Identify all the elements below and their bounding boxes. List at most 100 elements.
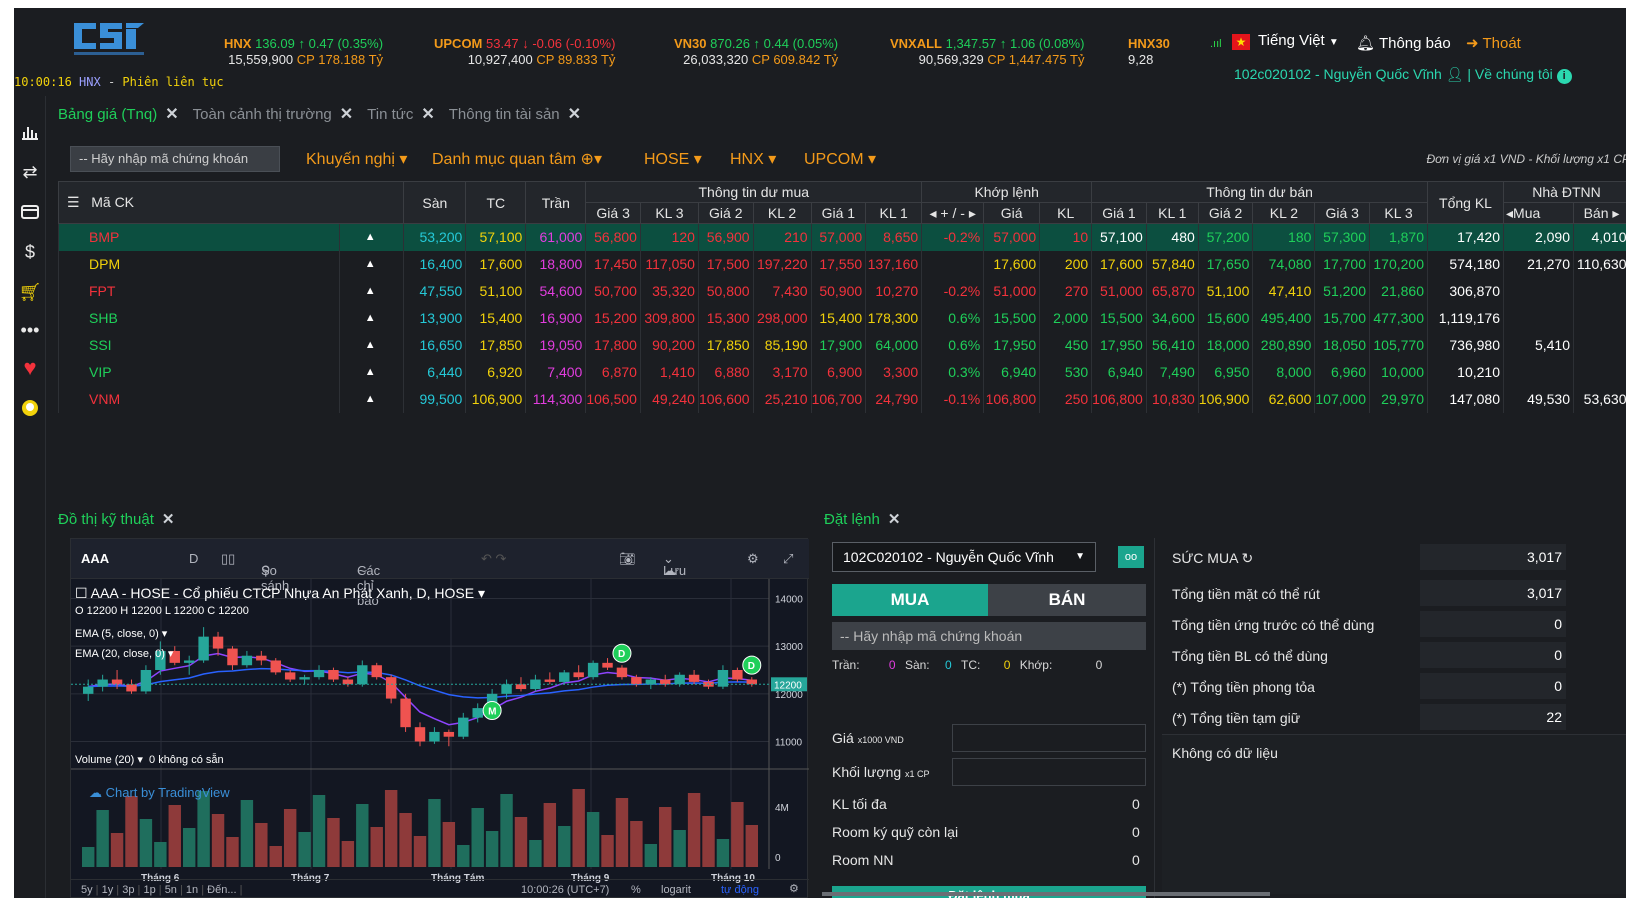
list-icon[interactable]: ☰ <box>67 194 80 210</box>
candle[interactable] <box>472 708 483 718</box>
arrow-up-icon[interactable]: ▲ <box>339 250 404 278</box>
range-button[interactable]: 1n <box>186 884 198 896</box>
settings-icon[interactable]: ⚙ <box>747 551 759 567</box>
candle[interactable] <box>429 731 440 742</box>
save-button[interactable]: ☁ Lưu ⌄ <box>663 551 686 578</box>
horizontal-scrollbar[interactable] <box>822 892 1270 896</box>
candle[interactable] <box>111 679 123 685</box>
cart-icon[interactable]: 🛒︎ <box>14 276 46 308</box>
refresh-icon[interactable]: ↻ <box>1242 550 1254 566</box>
price-board-icon[interactable] <box>14 116 46 148</box>
upcom-menu[interactable]: UPCOM ▾ <box>804 149 876 169</box>
candle[interactable] <box>183 660 195 663</box>
order-symbol-input[interactable]: -- Hãy nhập mã chứng khoán <box>832 622 1146 650</box>
candle[interactable] <box>573 672 584 678</box>
candle[interactable] <box>746 679 757 685</box>
index-upcom[interactable]: UPCOM 53.47 ↓ -0.06 (-0.10%) 10,927,400 C… <box>434 36 615 68</box>
candle[interactable] <box>371 665 382 678</box>
close-icon[interactable]: ✕ <box>568 104 581 124</box>
candle[interactable] <box>140 670 152 692</box>
close-icon[interactable]: ✕ <box>162 511 175 528</box>
about-link[interactable]: | Về chúng tôi <box>1467 66 1552 82</box>
candle[interactable] <box>616 667 628 678</box>
table-row[interactable]: SHB ▲ 13,900 15,400 16,900 15,200 309,800 15,30… <box>57 304 1626 332</box>
candle-type-icon[interactable]: ▯▯ <box>221 551 235 567</box>
index-hnx[interactable]: HNX 136.09 ↑ 0.47 (0.35%) 15,559,900 CP 1… <box>224 36 383 68</box>
arrow-up-icon[interactable]: ▲ <box>339 277 404 305</box>
candle[interactable] <box>385 677 397 699</box>
chart-panel-title[interactable]: Đồ thị kỹ thuật ✕ <box>58 510 174 528</box>
symbol-search-input[interactable]: -- Hãy nhập mã chứng khoán <box>70 146 280 172</box>
candle[interactable] <box>212 636 224 649</box>
candle[interactable] <box>342 679 354 685</box>
volume-legend[interactable]: Volume (20) ▾ 0 không có sẵn <box>75 753 224 766</box>
quantity-input[interactable] <box>952 758 1146 786</box>
candle[interactable] <box>732 670 743 680</box>
log-toggle[interactable]: logarit <box>661 884 691 896</box>
candle[interactable] <box>97 679 108 687</box>
price-input[interactable] <box>952 724 1146 752</box>
language-select[interactable]: Tiếng Việt ▼ <box>1258 32 1339 49</box>
candle[interactable] <box>674 674 685 685</box>
fullscreen-icon[interactable]: ⤢ <box>783 551 793 567</box>
tab-1[interactable]: Toàn cảnh thị trường ✕ <box>193 102 354 126</box>
tab-0[interactable]: Bảng giá (Tnq) ✕ <box>58 102 179 126</box>
symbol-cell[interactable]: DPM <box>57 250 340 278</box>
table-row[interactable]: BMP ▲ 53,200 57,100 61,000 56,800 120 56,900 210… <box>57 223 1626 251</box>
candle[interactable] <box>443 731 455 737</box>
range-button[interactable]: Đến... <box>207 884 236 896</box>
symbol-cell[interactable]: SHB <box>57 304 340 332</box>
symbol-cell[interactable]: SSI <box>57 331 340 359</box>
lightbulb-icon[interactable] <box>14 392 46 424</box>
arrow-up-icon[interactable]: ▲ <box>339 223 404 251</box>
interval-button[interactable]: D <box>189 551 198 566</box>
candle[interactable] <box>645 679 657 685</box>
candle[interactable] <box>357 665 368 685</box>
notification-button[interactable]: 🔔︎ Thông báo <box>1356 34 1451 52</box>
close-icon[interactable]: ✕ <box>421 104 434 124</box>
ema5-legend[interactable]: EMA (5, close, 0) ▾ <box>75 627 167 640</box>
range-button[interactable]: 1y <box>102 884 114 896</box>
undo-icon[interactable]: ↶ ↷ <box>481 551 506 567</box>
logout-button[interactable]: ➜ Thoát <box>1466 34 1521 52</box>
tab-2[interactable]: Tin tức ✕ <box>367 102 435 126</box>
candle[interactable] <box>400 698 411 728</box>
range-button[interactable]: 3p <box>122 884 134 896</box>
chart-symbol[interactable]: AAA <box>81 551 109 566</box>
arrow-up-icon[interactable]: ▲ <box>339 304 404 332</box>
candle[interactable] <box>198 636 209 661</box>
candle[interactable] <box>515 684 527 690</box>
symbol-cell[interactable]: VNM <box>57 385 340 413</box>
watchlist-menu[interactable]: Danh mục quan tâm ⊕▾ <box>432 149 602 169</box>
dollar-icon[interactable]: $ <box>14 236 46 268</box>
order-panel-title[interactable]: Đặt lệnh ✕ <box>824 510 900 528</box>
arrow-up-icon[interactable]: ▲ <box>339 331 404 359</box>
vietnam-flag-icon[interactable]: ★ <box>1232 34 1250 50</box>
chart-settings-icon[interactable]: ⚙ <box>789 882 799 895</box>
candle[interactable] <box>631 677 642 685</box>
candle[interactable] <box>299 677 310 680</box>
card-icon[interactable] <box>14 196 46 228</box>
ema20-legend[interactable]: EMA (20, close, 0) ▾ <box>75 647 173 660</box>
candle[interactable] <box>126 684 137 692</box>
user-name[interactable]: 102c020102 - Nguyễn Quốc Vĩnh <box>1234 66 1442 82</box>
sell-tab[interactable]: BÁN <box>988 584 1146 616</box>
candle[interactable] <box>414 727 426 742</box>
info-icon[interactable]: i <box>1556 69 1572 84</box>
candle[interactable] <box>83 686 94 694</box>
candle[interactable] <box>688 674 700 682</box>
link-button[interactable]: oo <box>1118 546 1144 568</box>
csi-logo[interactable] <box>70 19 150 61</box>
candle[interactable] <box>256 655 267 661</box>
candlestick-chart[interactable]: 1400013000120001100012200MDD4M0Tháng 6 Th… <box>71 579 809 898</box>
candle[interactable] <box>328 670 339 680</box>
hnx-menu[interactable]: HNX ▾ <box>730 149 776 169</box>
hose-menu[interactable]: HOSE ▾ <box>644 149 702 169</box>
candle[interactable] <box>284 672 296 680</box>
candle[interactable] <box>227 648 238 666</box>
recommend-menu[interactable]: Khuyến nghị ▾ <box>306 149 407 169</box>
symbol-cell[interactable]: BMP <box>57 223 340 251</box>
more-icon[interactable]: ••• <box>14 314 46 346</box>
tradingview-credit[interactable]: ☁ Chart by TradingView <box>89 785 230 801</box>
add-circle-icon[interactable]: ⊕▾ <box>581 151 602 168</box>
